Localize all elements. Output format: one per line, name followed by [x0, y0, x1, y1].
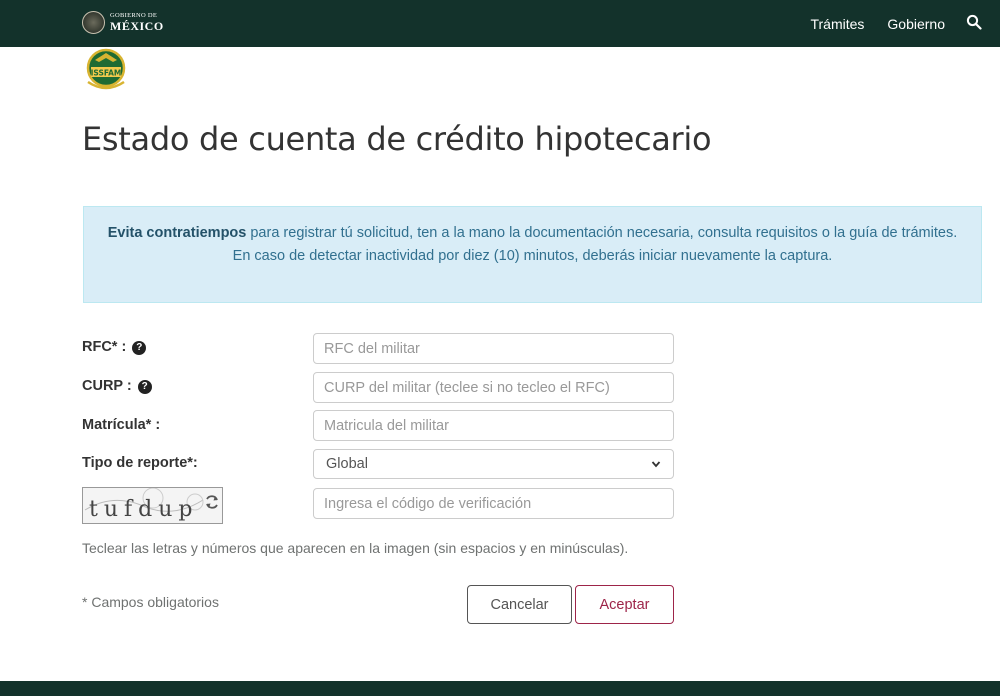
footer: [0, 681, 1000, 696]
tipo-reporte-select[interactable]: Global: [313, 449, 674, 479]
main-nav: Trámites Gobierno: [810, 16, 945, 32]
gobierno-logo[interactable]: GOBIERNO DE MÉXICO: [82, 11, 164, 34]
search-icon[interactable]: [966, 14, 982, 30]
captcha-drawing: tufdup: [84, 488, 204, 522]
curp-input[interactable]: [313, 372, 674, 403]
chevron-down-icon: [651, 461, 661, 468]
required-note: * Campos obligatorios: [82, 594, 219, 610]
logo-big-text: MÉXICO: [110, 18, 164, 33]
nav-gobierno[interactable]: Gobierno: [887, 16, 945, 32]
rfc-label-text: RFC* :: [82, 339, 127, 355]
rfc-input[interactable]: [313, 333, 674, 364]
question-circle-icon[interactable]: ?: [132, 341, 147, 355]
top-navbar: GOBIERNO DE MÉXICO Trámites Gobierno: [0, 0, 1000, 47]
accept-button[interactable]: Aceptar: [575, 585, 674, 624]
captcha-help-text: Teclear las letras y números que aparece…: [82, 540, 629, 556]
seal-icon: [82, 11, 105, 34]
page-title: Estado de cuenta de crédito hipotecario: [82, 120, 712, 158]
alert-line-2: En caso de detectar inactividad por diez…: [232, 248, 833, 264]
refresh-icon[interactable]: [204, 494, 220, 510]
nav-tramites[interactable]: Trámites: [810, 16, 864, 32]
matricula-label: Matrícula* :: [82, 417, 161, 433]
svg-text:ISSFAM: ISSFAM: [91, 69, 122, 78]
captcha-image: tufdup: [82, 487, 223, 524]
question-circle-icon[interactable]: ?: [137, 380, 152, 394]
cancel-button[interactable]: Cancelar: [467, 585, 572, 624]
info-alert: Evita contratiempos para registrar tú so…: [83, 206, 982, 303]
alert-text-1: para registrar tú solicitud, ten a la ma…: [246, 225, 958, 241]
gobierno-logo-text: GOBIERNO DE MÉXICO: [110, 13, 164, 32]
issfam-logo: ISSFAM: [86, 48, 126, 90]
curp-label-text: CURP :: [82, 378, 132, 394]
alert-strong: Evita contratiempos: [107, 225, 247, 241]
rfc-label: RFC* : ?: [82, 339, 147, 355]
curp-label: CURP : ?: [82, 378, 152, 394]
alert-line-1: Evita contratiempos para registrar tú so…: [98, 223, 967, 244]
captcha-text: tufdup: [89, 497, 199, 522]
matricula-input[interactable]: [313, 410, 674, 441]
tipo-reporte-label: Tipo de reporte*:: [82, 455, 198, 471]
captcha-input[interactable]: [313, 488, 674, 519]
tipo-reporte-value: Global: [326, 456, 368, 472]
